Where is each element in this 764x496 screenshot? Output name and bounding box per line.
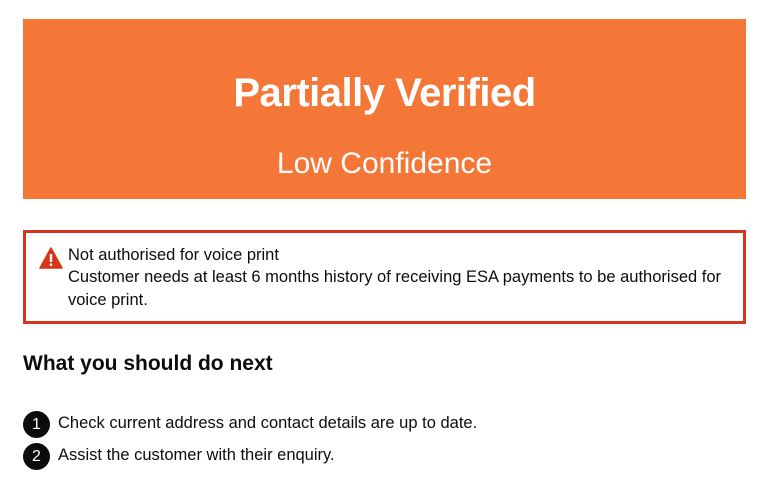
verification-result-page: Partially Verified Low Confidence Not au… [0,0,764,496]
warning-text: Customer needs at least 6 months history… [68,268,722,309]
voice-print-warning: Not authorised for voice print Customer … [23,230,746,324]
step-number-badge: 2 [23,443,50,470]
step-text: Assist the customer with their enquiry. [58,446,335,464]
verification-status-title: Partially Verified [233,71,536,115]
warning-title: Not authorised for voice print [68,246,279,264]
warning-triangle-icon [39,247,63,269]
next-steps-heading: What you should do next [23,352,273,375]
verification-status-panel: Partially Verified Low Confidence [23,19,746,199]
step-number-badge: 1 [23,411,50,438]
confidence-level: Low Confidence [276,147,493,180]
step-text: Check current address and contact detail… [58,414,478,432]
